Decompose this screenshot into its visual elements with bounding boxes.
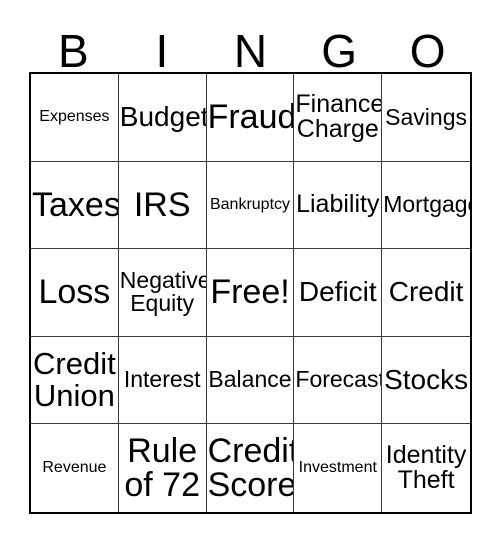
bingo-cell[interactable]: Investment — [294, 424, 383, 512]
bingo-cell[interactable]: Expenses — [31, 74, 119, 162]
bingo-cell-label: Fraud — [207, 97, 295, 136]
bingo-cell-label: Free! — [210, 273, 290, 312]
bingo-cell[interactable]: Liability — [294, 161, 383, 250]
bingo-header-letter-n: N — [206, 14, 295, 77]
bingo-cell-label: Taxes — [32, 185, 119, 224]
bingo-cell[interactable]: Negative Equity — [118, 249, 207, 337]
bingo-cell[interactable]: Rule of 72 — [118, 424, 207, 512]
bingo-cell[interactable]: Loss — [31, 249, 119, 337]
bingo-cell[interactable]: IRS — [118, 161, 207, 250]
bingo-cell-label: Negative Equity — [119, 267, 207, 317]
bingo-cell-label: Balance — [208, 366, 292, 393]
bingo-header-letter-b: B — [29, 14, 118, 77]
bingo-cell-label: Credit Union — [33, 346, 116, 414]
bingo-cell[interactable]: Revenue — [31, 424, 119, 512]
bingo-cell-label: Interest — [123, 366, 201, 393]
bingo-cell-label: IRS — [133, 185, 191, 224]
bingo-cell-label: Credit Score — [207, 431, 295, 505]
bingo-cell[interactable]: Finance Charge — [294, 74, 383, 162]
bingo-cell-label: Savings — [385, 103, 467, 130]
bingo-cell[interactable]: Budget — [118, 74, 207, 162]
bingo-cell-label: Deficit — [298, 276, 377, 308]
bingo-cell[interactable]: Stocks — [382, 336, 470, 425]
bingo-cell-label: Credit — [388, 276, 464, 308]
bingo-cell[interactable]: Identity Theft — [382, 424, 470, 512]
bingo-header-letter-o: O — [383, 14, 472, 77]
bingo-cell[interactable]: Mortgage — [382, 161, 470, 250]
header-letter-text: B — [57, 24, 89, 77]
bingo-cell-label: Mortgage — [383, 191, 470, 218]
bingo-cell-label: Investment — [298, 459, 377, 477]
bingo-cell[interactable]: Taxes — [31, 161, 119, 250]
bingo-header-letter-i: I — [118, 14, 207, 77]
bingo-cell[interactable]: Fraud — [206, 74, 295, 162]
bingo-cell[interactable]: Interest — [118, 336, 207, 425]
bingo-cell-label: Finance Charge — [295, 89, 383, 144]
bingo-cell-label: Loss — [38, 273, 111, 312]
bingo-cell[interactable]: Bankruptcy — [206, 161, 295, 250]
header-letter-text: N — [233, 24, 268, 77]
bingo-card: B I N G O Expenses Budget Fraud Finance Cha… — [29, 14, 472, 514]
bingo-cell[interactable]: Savings — [382, 74, 470, 162]
bingo-cell-label: Forecast — [295, 366, 383, 393]
bingo-cell-label: Expenses — [39, 108, 110, 126]
bingo-header-letter-g: G — [295, 14, 384, 77]
bingo-cell[interactable]: Forecast — [294, 336, 383, 425]
header-letter-text: I — [155, 24, 169, 77]
bingo-cell[interactable]: Credit Union — [31, 336, 119, 425]
bingo-cell-label: Bankruptcy — [209, 195, 291, 213]
bingo-header-row: B I N G O — [29, 14, 472, 77]
bingo-cell[interactable]: Credit — [382, 249, 470, 337]
bingo-cell-label: Liability — [296, 190, 380, 219]
bingo-cell-label: Revenue — [42, 459, 107, 477]
bingo-cell-label: Identity Theft — [385, 440, 467, 495]
bingo-cell[interactable]: Credit Score — [206, 424, 295, 512]
bingo-cell[interactable]: Deficit — [294, 249, 383, 337]
bingo-cell[interactable]: Balance — [206, 336, 295, 425]
bingo-cell-free-space[interactable]: Free! — [206, 249, 295, 337]
bingo-grid: Expenses Budget Fraud Finance Charge Savings… — [29, 72, 472, 514]
bingo-cell-label: Rule of 72 — [124, 431, 200, 505]
bingo-cell-label: Stocks — [384, 363, 469, 395]
header-letter-text: G — [321, 24, 357, 77]
header-letter-text: O — [409, 24, 446, 77]
bingo-cell-label: Budget — [119, 101, 207, 133]
